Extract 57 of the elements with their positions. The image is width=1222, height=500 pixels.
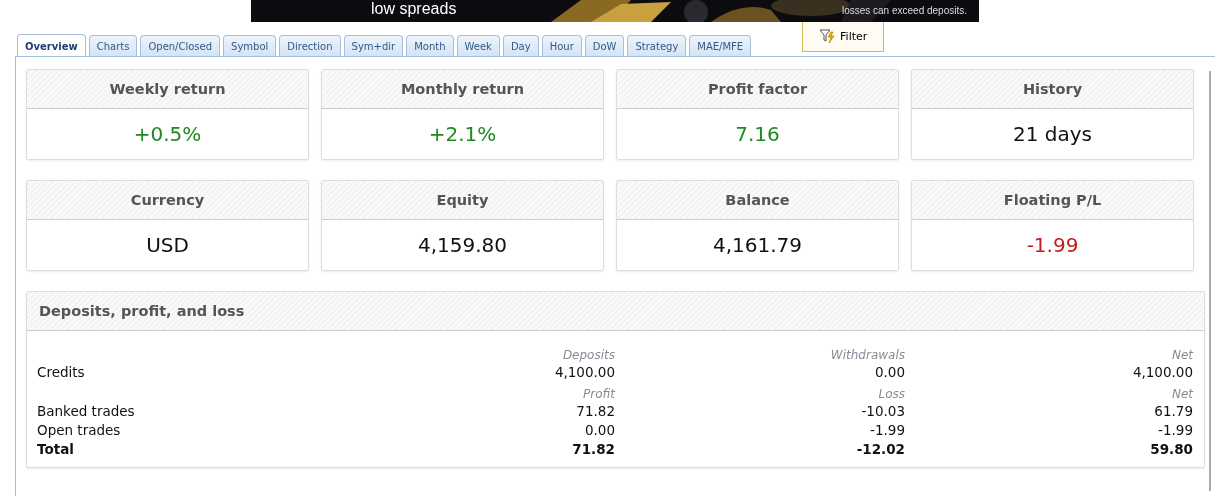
card-value: 4,159.80 xyxy=(416,232,509,259)
table-cell-text: 0.00 xyxy=(873,363,905,382)
table-cell-text: -1.99 xyxy=(1157,421,1193,440)
tab[interactable]: Day xyxy=(502,35,539,56)
tab[interactable]: Sym+dir xyxy=(343,35,404,56)
row-label: Banked trades xyxy=(37,402,136,421)
tab[interactable]: MAE/MFE xyxy=(689,35,752,56)
ad-headline: low spreads xyxy=(371,1,457,17)
card-value: 21 days xyxy=(1012,121,1093,148)
table-cell-text: 4,100.00 xyxy=(553,363,615,382)
card-value: -1.99 xyxy=(1025,232,1080,259)
card-value: USD xyxy=(145,232,190,259)
column-header: Deposits xyxy=(561,347,615,363)
column-header: Withdrawals xyxy=(829,347,905,363)
tab[interactable]: Charts xyxy=(88,35,138,56)
card-title: Balance xyxy=(725,192,790,208)
table-cell-text: 61.79 xyxy=(1153,402,1193,421)
funnel-icon xyxy=(819,29,836,44)
tab[interactable]: Month xyxy=(406,35,454,56)
card-title: Weekly return xyxy=(109,81,226,97)
card-value: 7.16 xyxy=(734,121,781,148)
table-cell-text: 59.80 xyxy=(1149,440,1193,459)
tab[interactable]: Direction xyxy=(279,35,341,56)
column-header: Loss xyxy=(877,386,905,402)
ad-disclaimer: losses can exceed deposits. xyxy=(841,6,967,16)
card-title: Floating P/L xyxy=(1003,192,1102,208)
column-header: Profit xyxy=(582,386,615,402)
card-title: History xyxy=(1022,81,1083,97)
filter-button[interactable]: Filter xyxy=(802,21,885,52)
row-label: Total xyxy=(37,440,75,459)
tab[interactable]: Symbol xyxy=(223,35,277,56)
table-cell-text: 71.82 xyxy=(571,440,615,459)
table-cell-text: -12.02 xyxy=(855,440,905,459)
row-label: Open trades xyxy=(37,421,122,440)
table-cell-text: 71.82 xyxy=(575,402,615,421)
tab[interactable]: Overview xyxy=(17,34,86,57)
tab[interactable]: DoW xyxy=(584,35,625,56)
table-cell-text: 4,100.00 xyxy=(1131,363,1193,382)
card-value: 4,161.79 xyxy=(711,232,804,259)
table-cell-text: -10.03 xyxy=(860,402,905,421)
tab[interactable]: Hour xyxy=(541,35,582,56)
section-title: Deposits, profit, and loss xyxy=(39,303,245,319)
column-header: Net xyxy=(1170,347,1193,363)
table-cell-text: -1.99 xyxy=(869,421,905,440)
table-cell-text: 0.00 xyxy=(583,421,615,440)
card-title: Profit factor xyxy=(707,81,808,97)
tab[interactable]: Open/Closed xyxy=(140,35,221,56)
tab[interactable]: Strategy xyxy=(627,35,687,56)
ad-banner[interactable]: low spreads losses can exceed deposits. xyxy=(251,0,979,22)
card-title: Currency xyxy=(130,192,205,208)
tab[interactable]: Week xyxy=(456,35,500,56)
column-header: Net xyxy=(1170,386,1193,402)
card-title: Monthly return xyxy=(400,81,525,97)
card-value: +0.5% xyxy=(132,121,203,148)
card-title: Equity xyxy=(436,192,489,208)
row-label: Credits xyxy=(37,363,86,382)
card-value: +2.1% xyxy=(427,121,498,148)
